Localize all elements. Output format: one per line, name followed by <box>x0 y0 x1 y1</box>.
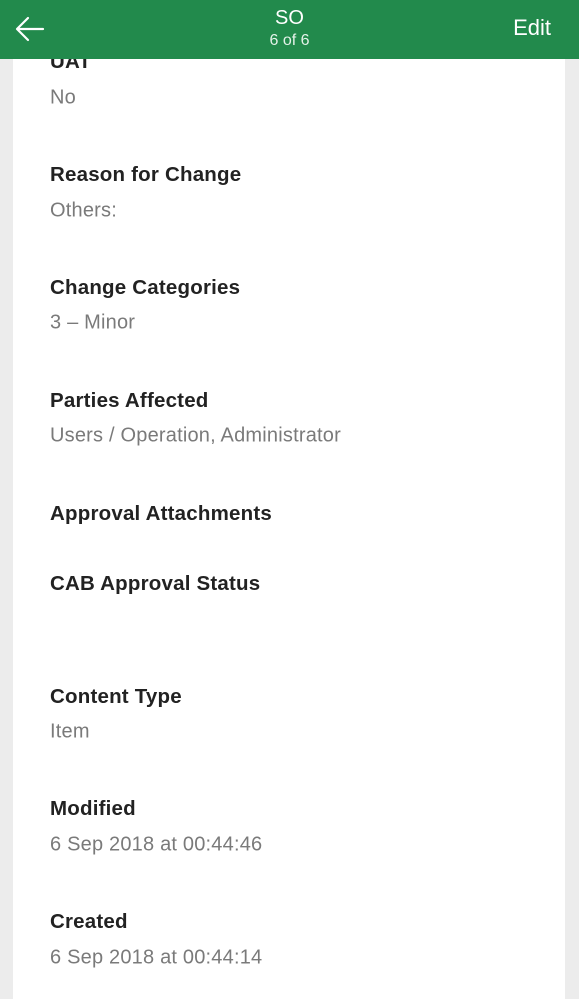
field-value: Users / Operation, Administrator <box>50 424 341 447</box>
field-value: Others: <box>50 199 117 222</box>
field-value: Item <box>50 720 90 743</box>
field-label: Change Categories <box>50 276 241 299</box>
field-label: Approval Attachments <box>50 502 272 525</box>
field-value: No <box>50 86 76 109</box>
field-label: Reason for Change <box>50 163 242 186</box>
field-label: Parties Affected <box>50 389 209 412</box>
navigation-bar: SO 6 of 6 Edit <box>0 0 579 59</box>
page-title: SO <box>275 7 304 29</box>
item-details-card: UAT No Reason for Change Others: Change … <box>13 0 565 999</box>
field-label: Content Type <box>50 685 182 708</box>
field-label: Modified <box>50 797 136 820</box>
field-label: Created <box>50 910 128 933</box>
field-value: 6 Sep 2018 at 00:44:46 <box>50 833 263 856</box>
field-label: CAB Approval Status <box>50 572 261 595</box>
field-value: 6 Sep 2018 at 00:44:14 <box>50 946 263 969</box>
page-subtitle: 6 of 6 <box>269 32 310 49</box>
field-value: 3 – Minor <box>50 311 136 334</box>
edit-button[interactable]: Edit <box>513 15 551 41</box>
